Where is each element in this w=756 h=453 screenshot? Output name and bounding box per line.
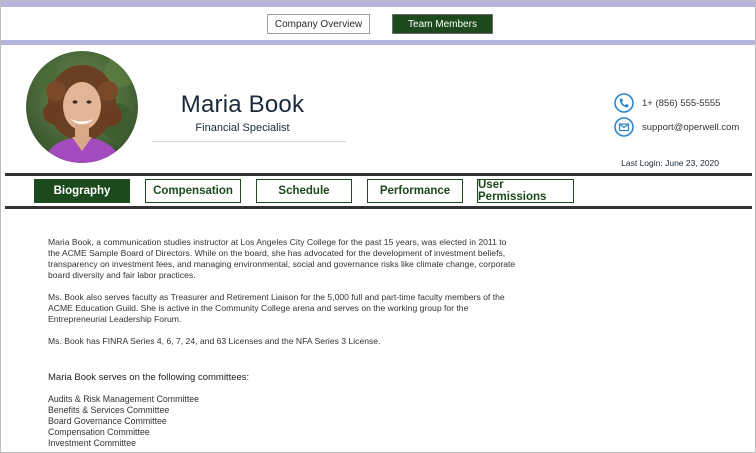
list-item: Compensation Committee: [48, 427, 150, 437]
nav-bottom-band: [1, 40, 755, 45]
profile-tabs: Biography Compensation Schedule Performa…: [5, 176, 752, 206]
email-address: support@operwell.com: [642, 121, 740, 133]
phone-number: 1+ (856) 555-5555: [642, 97, 721, 109]
bio-paragraph: Maria Book, a communication studies inst…: [48, 237, 516, 280]
profile-title: Financial Specialist: [195, 122, 290, 134]
bio-paragraph: Ms. Book also serves faculty as Treasure…: [48, 292, 505, 324]
biography-content: Maria Book, a communication studies inst…: [48, 237, 518, 358]
tab-biography[interactable]: Biography: [34, 179, 130, 203]
committees-heading: Maria Book serves on the following commi…: [48, 372, 250, 383]
bio-paragraph: Ms. Book has FINRA Series 4, 6, 7, 24, a…: [48, 336, 381, 346]
list-item: Benefits & Services Committee: [48, 405, 170, 415]
phone-contact[interactable]: 1+ (856) 555-5555: [614, 93, 720, 113]
tab-performance[interactable]: Performance: [367, 179, 463, 203]
tabs-bottom-rule: [5, 206, 752, 209]
email-icon: [614, 117, 634, 137]
profile-photo: [26, 51, 138, 163]
name-divider: [152, 141, 346, 142]
list-item: Investment Committee: [48, 438, 136, 448]
list-item: Board Governance Committee: [48, 416, 167, 426]
avatar: [26, 51, 138, 163]
tab-user-permissions[interactable]: User Permissions: [477, 179, 574, 203]
tab-compensation[interactable]: Compensation: [145, 179, 241, 203]
committees-list: Audits & Risk Management Committee Benef…: [48, 394, 199, 449]
company-overview-button[interactable]: Company Overview: [267, 14, 370, 34]
last-login: Last Login: June 23, 2020: [621, 158, 719, 168]
phone-icon: [614, 93, 634, 113]
email-contact[interactable]: support@operwell.com: [614, 117, 739, 137]
top-navigation: Company Overview Team Members: [1, 7, 755, 40]
team-members-button[interactable]: Team Members: [392, 14, 493, 34]
profile-page: Company Overview Team Members Maria Book…: [0, 0, 756, 453]
profile-name: Maria Book: [180, 91, 305, 118]
list-item: Audits & Risk Management Committee: [48, 394, 200, 404]
tab-schedule[interactable]: Schedule: [256, 179, 352, 203]
